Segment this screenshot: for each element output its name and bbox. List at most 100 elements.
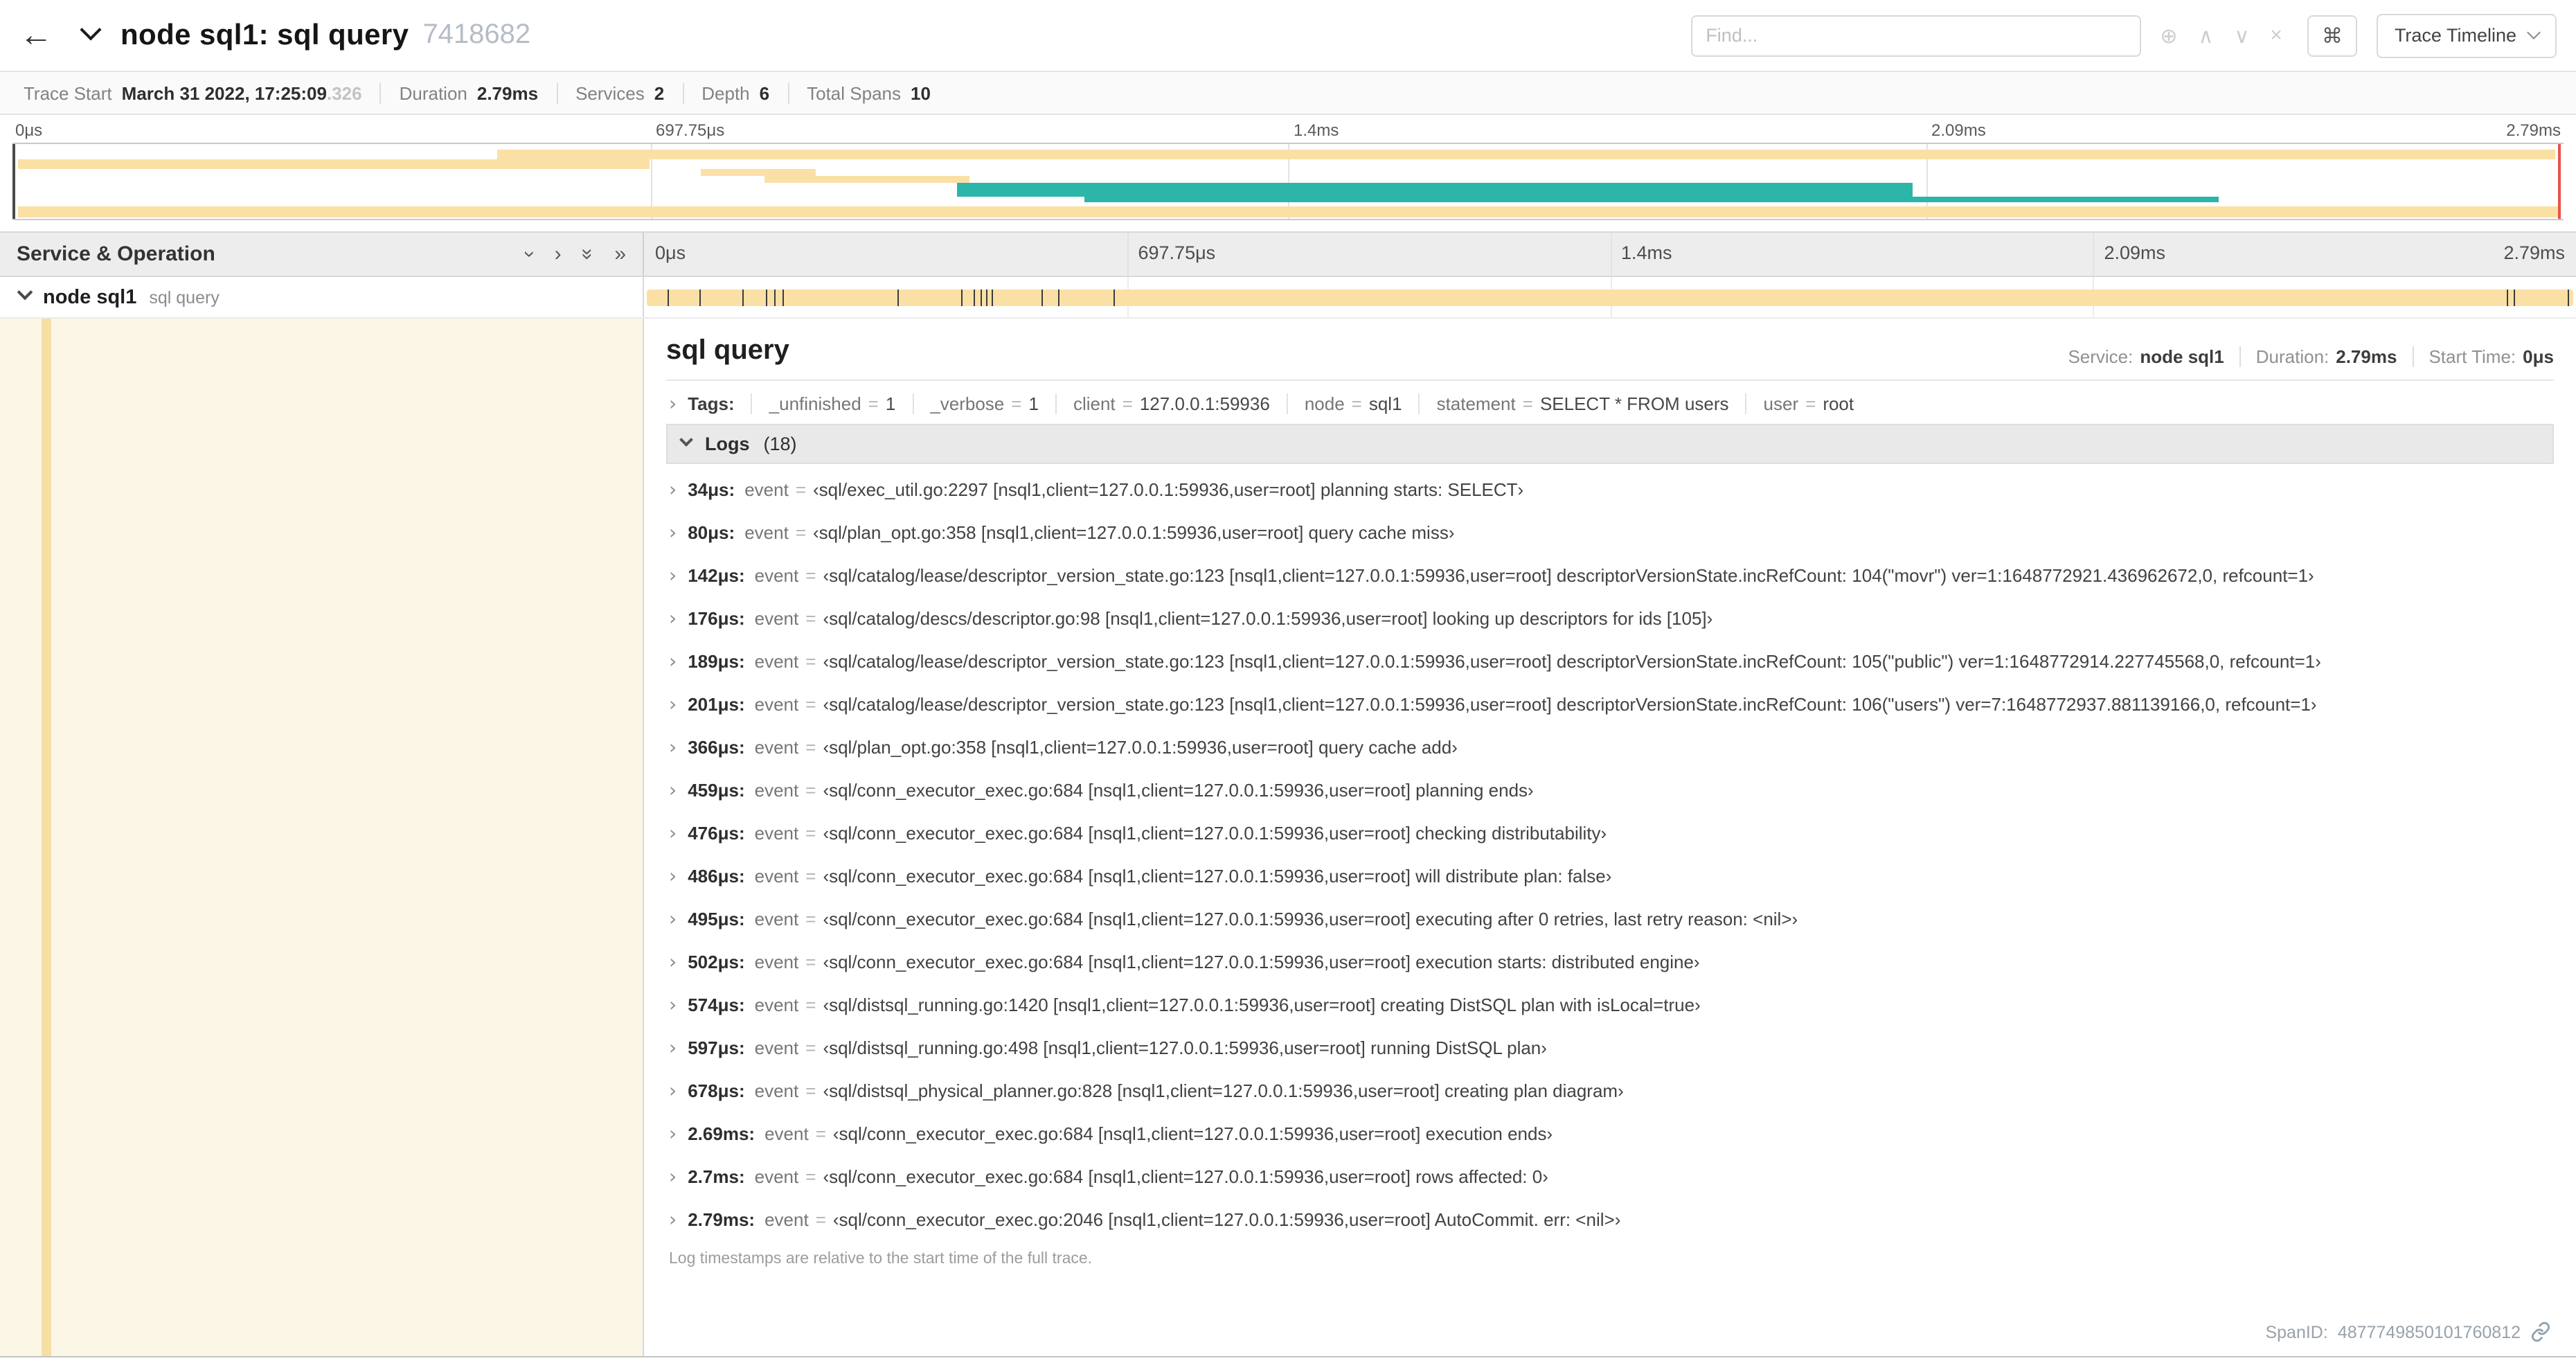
trace-view-dropdown-label: Trace Timeline [2394,25,2516,46]
time-label: 0μs [15,121,43,140]
service-meta-label: Service: [2068,346,2134,367]
tag-item: user = root [1745,393,1871,414]
locate-icon[interactable]: ⊕ [2160,23,2177,48]
collapse-one-icon[interactable]: › [555,244,562,265]
log-row[interactable]: › 476μs: event = ‹sql/conn_executor_exec… [669,812,2554,855]
log-row[interactable]: › 2.7ms: event = ‹sql/conn_executor_exec… [669,1155,2554,1198]
link-icon[interactable] [2530,1321,2551,1342]
log-row[interactable]: › 80μs: event = ‹sql/plan_opt.go:358 [ns… [669,511,2554,554]
log-field-value: ‹sql/catalog/lease/descriptor_version_st… [823,651,2321,672]
log-field-key: event [764,1209,809,1230]
log-field-key: event [754,952,799,972]
equals-sign: = [1351,393,1362,414]
equals-sign: = [795,479,806,500]
chevron-down-icon[interactable] [17,283,33,310]
equals-sign: = [805,909,816,929]
service-meta: Service: node sql1 [2052,346,2239,367]
log-row[interactable]: › 2.69ms: event = ‹sql/conn_executor_exe… [669,1112,2554,1155]
log-timestamp: 80μs: [688,522,735,543]
minimap-left-scrub-handle[interactable] [12,144,15,219]
total-spans-label: Total Spans [807,82,901,103]
expand-all-icon[interactable]: » [576,249,600,260]
log-list: › 34μs: event = ‹sql/exec_util.go:2297 [… [666,464,2554,1241]
tag-key: statement [1436,393,1516,414]
tag-key: node [1304,393,1345,414]
span-detail-panel: sql query Service: node sql1 Duration: 2.7… [644,319,2576,1356]
minimap-time-labels: 0μs 697.75μs 1.4ms 2.09ms 2.79ms [12,118,2564,143]
span-row-name-cell[interactable]: node sql1 sql query [0,277,644,317]
log-field-key: event [754,866,799,887]
log-row[interactable]: › 502μs: event = ‹sql/conn_executor_exec… [669,941,2554,983]
log-field-key: event [754,909,799,929]
span-detail-region: sql query Service: node sql1 Duration: 2.7… [0,319,2576,1357]
log-field-key: event [754,995,799,1015]
log-field-key: event [764,1123,809,1144]
keyboard-shortcuts-button[interactable]: ⌘ [2307,15,2357,56]
detail-header: sql query Service: node sql1 Duration: 2.7… [666,335,2554,381]
log-row[interactable]: › 142μs: event = ‹sql/catalog/lease/desc… [669,554,2554,597]
log-row[interactable]: › 201μs: event = ‹sql/catalog/lease/desc… [669,683,2554,726]
chevron-right-icon: › [669,479,677,501]
log-field-value: ‹sql/conn_executor_exec.go:2046 [nsql1,c… [832,1209,1621,1230]
equals-sign: = [805,651,816,672]
log-row[interactable]: › 486μs: event = ‹sql/conn_executor_exec… [669,855,2554,898]
equals-sign: = [805,608,816,629]
time-label: 1.4ms [1294,121,1339,140]
equals-sign: = [805,694,816,715]
equals-sign: = [805,1080,816,1101]
clear-search-icon[interactable]: × [2270,24,2282,47]
log-timestamp: 574μs: [688,995,745,1015]
equals-sign: = [805,823,816,844]
log-timestamp: 502μs: [688,952,745,972]
chevron-right-icon[interactable]: › [669,394,677,413]
log-row[interactable]: › 34μs: event = ‹sql/exec_util.go:2297 [… [669,468,2554,511]
log-row[interactable]: › 366μs: event = ‹sql/plan_opt.go:358 [n… [669,726,2554,769]
minimap-graph[interactable] [12,143,2564,220]
chevron-down-icon[interactable] [80,18,102,44]
time-label: 697.75μs [1138,242,1216,263]
log-field-value: ‹sql/conn_executor_exec.go:684 [nsql1,cl… [823,952,1700,972]
log-row[interactable]: › 2.79ms: event = ‹sql/conn_executor_exe… [669,1198,2554,1241]
trace-view-dropdown[interactable]: Trace Timeline [2376,13,2557,57]
log-row[interactable]: › 678μs: event = ‹sql/distsql_physical_p… [669,1069,2554,1112]
log-timestamp: 495μs: [688,909,745,929]
log-row[interactable]: › 189μs: event = ‹sql/catalog/lease/desc… [669,640,2554,683]
log-field-key: event [744,522,789,543]
minimap-right-scrub-handle[interactable] [2558,144,2561,219]
chevron-right-icon: › [669,994,677,1016]
log-row[interactable]: › 574μs: event = ‹sql/distsql_running.go… [669,983,2554,1026]
chevron-right-icon: › [669,693,677,715]
detail-left-gutter [0,319,644,1356]
equals-sign: = [805,780,816,801]
collapse-all-icon[interactable]: » [614,244,626,265]
logs-header[interactable]: Logs (18) [666,424,2554,464]
log-field-key: event [754,780,799,801]
prev-result-icon[interactable]: ∧ [2198,23,2213,48]
span-row: node sql1 sql query [0,277,2576,319]
logs-title: Logs [705,434,750,454]
trace-start-item: Trace Start March 31 2022, 17:25:09.326 [6,82,380,103]
equals-sign: = [795,522,806,543]
log-row[interactable]: › 176μs: event = ‹sql/catalog/descs/desc… [669,597,2554,640]
tags-toggle[interactable]: Tags: [688,393,734,414]
tag-item: _unfinished = 1 [751,393,913,414]
span-id-label: SpanID: [2265,1322,2328,1342]
trace-start-value: March 31 2022, 17:25:09 [121,82,327,103]
log-field-key: event [754,823,799,844]
log-field-value: ‹sql/conn_executor_exec.go:684 [nsql1,cl… [823,1166,1548,1187]
top-bar: ← node sql1: sql query 7418682 ⊕ ∧ ∨ × ⌘… [0,0,2576,72]
expand-one-icon[interactable]: › [519,251,542,258]
log-timestamp: 142μs: [688,565,745,586]
tag-item: client = 127.0.0.1:59936 [1055,393,1287,414]
log-timestamp: 176μs: [688,608,745,629]
log-row[interactable]: › 597μs: event = ‹sql/distsql_running.go… [669,1026,2554,1069]
find-input[interactable] [1690,15,2141,56]
back-button[interactable]: ← [19,16,75,55]
span-bar[interactable] [647,289,2573,306]
log-timestamp: 476μs: [688,823,745,844]
next-result-icon[interactable]: ∨ [2234,23,2249,48]
log-row[interactable]: › 495μs: event = ‹sql/conn_executor_exec… [669,898,2554,941]
equals-sign: = [805,952,816,972]
log-row[interactable]: › 459μs: event = ‹sql/conn_executor_exec… [669,769,2554,812]
chevron-right-icon: › [669,1080,677,1102]
